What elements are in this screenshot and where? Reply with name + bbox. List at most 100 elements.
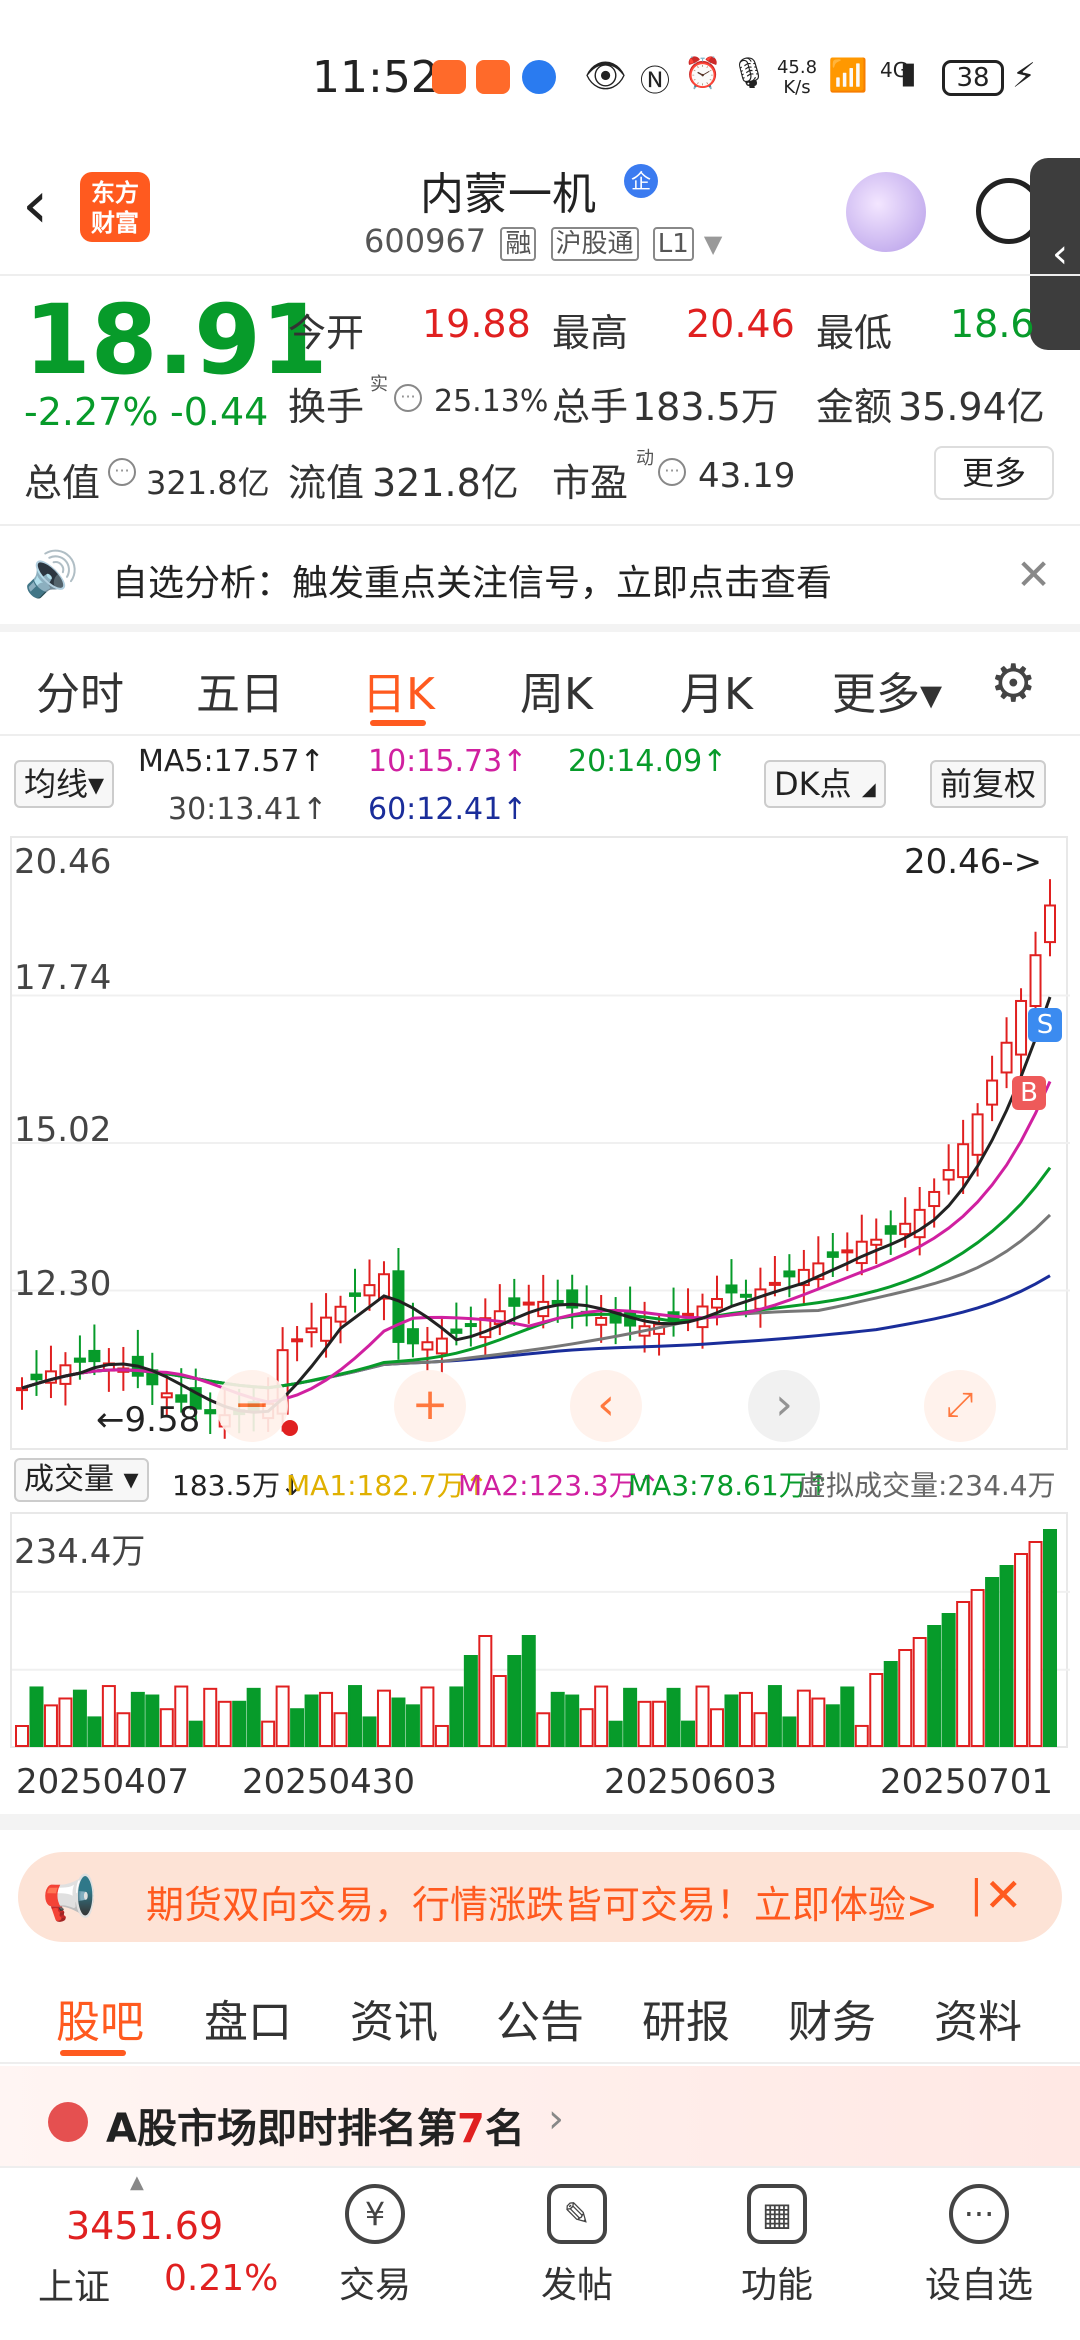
content-tabs: 股吧 盘口 资讯 公告 研报 财务 资料 [0,1960,1080,2064]
adjust-button[interactable]: 前复权 [930,760,1047,808]
candlestick-svg [12,879,1070,1439]
close-icon[interactable]: ✕ [1016,550,1051,599]
dk-point-button[interactable]: DK点 ◢ [764,760,886,808]
index-name[interactable]: 上证 [38,2258,110,2310]
candle-body [1000,1041,1013,1074]
candle-body [435,1337,448,1355]
tab-pankou[interactable]: 盘口 [204,1986,292,2050]
candle-body [320,1316,333,1342]
more-button[interactable]: 更多 [934,446,1054,500]
index-change[interactable]: 0.21% [164,2258,278,2299]
tab-research[interactable]: 研报 [642,1986,730,2050]
side-tab[interactable]: ‹ [1030,158,1080,350]
fullscreen-icon[interactable]: ⤢ [924,1370,996,1442]
candlestick-chart[interactable] [10,836,1070,1450]
stock-name: 内蒙一机 [420,169,596,220]
volume-bar [420,1686,435,1748]
ranking-icon [48,2102,88,2142]
candle-body [1029,954,1042,1008]
volume-bar [753,1712,768,1747]
nav-add-watchlist[interactable]: ··· 设自选 [904,2178,1054,2308]
tab-profile[interactable]: 资料 [934,1986,1022,2050]
notice-text[interactable]: 自选分析：触发重点关注信号，立即点击查看 [112,554,832,606]
ma20-label: 20:14.09↑ [568,744,728,779]
indicator-selector-label: 成交量 [24,1462,114,1497]
x-tick-label: 20250603 [604,1762,778,1802]
robot-assistant-icon[interactable] [846,172,926,252]
index-value[interactable]: 3451.69 [66,2204,223,2248]
indicator-selector[interactable]: 成交量 ▾ [14,1458,149,1502]
info-icon[interactable]: ··· [658,458,686,486]
volume-current: 183.5万↓ [172,1469,304,1502]
volume-bar [898,1649,913,1747]
volume-bar [87,1716,102,1748]
yen-icon: ¥ [345,2184,405,2244]
promo-banner[interactable]: 📢 期货双向交易，行情涨跌皆可交易！立即体验> | ✕ [18,1852,1062,1942]
nav-trade[interactable]: ¥ 交易 [300,2178,450,2308]
candle-body [986,1079,999,1106]
tab-announcements[interactable]: 公告 [496,1986,584,2050]
volume-bar [319,1691,334,1748]
volume-bar [348,1685,363,1747]
info-icon[interactable]: ··· [394,384,422,412]
tab-guba[interactable]: 股吧 [56,1986,144,2050]
volume-chart[interactable] [10,1512,1070,1748]
volume-max-label: 234.4万 [14,1532,146,1572]
tab-five-day[interactable]: 五日 [196,658,284,722]
app-icon [432,60,466,94]
candle-body [957,1143,970,1179]
eye-icon: 👁 [584,56,628,96]
volume-bar [652,1700,667,1747]
rank-suffix: 名 [484,2106,525,2152]
tab-daily-k[interactable]: 日K [362,658,435,722]
candle-body [1015,999,1028,1056]
volume-bar [883,1661,898,1747]
notice-bar[interactable]: 🔊 自选分析：触发重点关注信号，立即点击查看 ✕ [0,528,1080,624]
volume-bar [304,1694,319,1748]
tab-news[interactable]: 资讯 [350,1986,438,2050]
tab-more[interactable]: 更多▾ [832,658,942,722]
caret-up-icon[interactable]: ▲ [130,2172,144,2193]
mic-icon: 🎙 [730,56,769,91]
pe-value: 43.19 [698,456,796,496]
info-icon[interactable]: ··· [108,458,136,486]
high-annotation: 20.46-> [904,842,1043,882]
volume-bar [681,1720,696,1747]
buy-marker: B [1012,1076,1046,1110]
volume-bar [811,1697,826,1747]
tab-intraday[interactable]: 分时 [36,658,124,722]
tab-monthly-k[interactable]: 月K [680,658,753,722]
candle-body [363,1284,376,1297]
candle-body [682,1312,695,1317]
gear-icon[interactable]: ⚙ [990,654,1037,714]
candle-body [160,1392,173,1399]
ma-selector[interactable]: 均线▾ [14,760,115,808]
zoom-in-button[interactable]: + [394,1370,466,1442]
triangle-down-icon[interactable]: ▼ [704,230,722,258]
volume-bar [782,1716,797,1747]
speaker-icon: 🔊 [24,549,79,600]
sell-marker: S [1028,1008,1062,1042]
scroll-right-button[interactable]: › [748,1370,820,1442]
x-tick-label: 20250701 [880,1762,1054,1802]
rank-text: A股市场即时排名第7名 [106,2096,525,2154]
chevron-left-icon[interactable]: ‹ [22,172,48,238]
volume-bar [695,1685,710,1748]
nav-post[interactable]: ✎ 发帖 [502,2178,652,2308]
candle-body [30,1373,43,1381]
y-tick-label: 12.30 [14,1264,112,1304]
scroll-left-button[interactable]: ‹ [570,1370,642,1442]
volume-header: 成交量 ▾ 183.5万↓ MA1:182.7万↑ MA2:123.3万↑ MA… [0,1456,1080,1506]
tab-finance[interactable]: 财务 [788,1986,876,2050]
candle-body [595,1316,608,1326]
promo-text[interactable]: 期货双向交易，行情涨跌皆可交易！立即体验> [146,1874,938,1929]
volume-bar [565,1694,580,1747]
rank-banner[interactable]: A股市场即时排名第7名 › [0,2066,1080,2166]
volume-bar [217,1700,232,1747]
volume-bar [43,1704,58,1747]
zoom-out-button[interactable]: − [216,1370,288,1442]
candle-body [392,1270,405,1343]
close-icon[interactable]: ✕ [984,1868,1023,1922]
nav-functions[interactable]: ▦ 功能 [702,2178,852,2308]
tab-weekly-k[interactable]: 周K [520,658,593,722]
